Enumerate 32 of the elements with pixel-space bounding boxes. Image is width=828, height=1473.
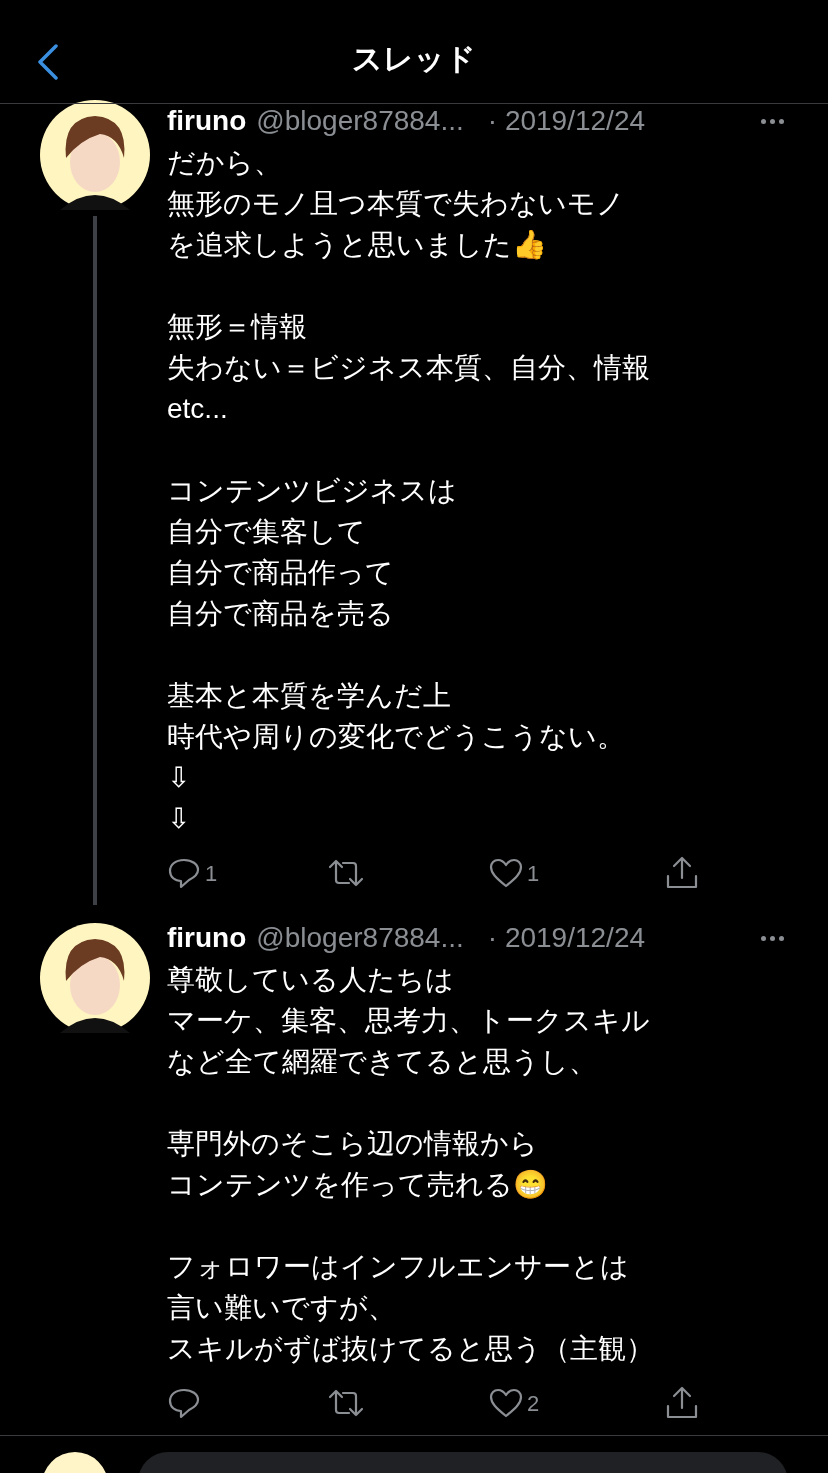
tweet-line: etc... — [167, 392, 229, 426]
tweet-line: 言い難いですが、 — [167, 1291, 397, 1325]
user-name[interactable]: firuno — [167, 100, 247, 142]
tweet-line: 失わない＝ビジネス本質、自分、情報 — [167, 351, 651, 385]
tweet-line: フォロワーはインフルエンサーとは — [167, 1250, 630, 1284]
like-count: 1 — [527, 859, 540, 888]
tweet-date: · 2019/12/24 — [487, 921, 646, 955]
tweet-line: 自分で商品作って — [167, 556, 395, 590]
tweet-line: コンテンツビジネスは — [167, 474, 458, 508]
tweet-line: スキルがずば抜けてると思う（主観） — [167, 1332, 655, 1366]
tweet-line: 無形＝情報 — [167, 310, 308, 344]
nav-title: スレッド — [352, 41, 476, 77]
tweet-line: だから、 — [167, 146, 283, 180]
tweet-line: 自分で商品を売る — [167, 597, 395, 631]
tweet-line: を追求しようと思いました👍 — [167, 228, 548, 262]
tweet-line: ⇩ — [167, 761, 191, 795]
tweet-line: 自分で集客して — [167, 515, 367, 549]
reply-count: 1 — [205, 859, 218, 888]
tweet-line: など全て網羅できてると思うし、 — [167, 1045, 598, 1079]
user-name[interactable]: firuno — [167, 917, 247, 959]
tweet-line: 尊敬している人たちは — [167, 963, 455, 997]
tweet-line: ⇩ — [167, 802, 191, 836]
tweet-date: · 2019/12/24 — [487, 104, 646, 138]
tweet-line: コンテンツを作って売れる😁 — [167, 1168, 549, 1202]
tweet-line: マーケ、集客、思考力、トークスキル — [167, 1004, 651, 1038]
tweet-line: 時代や周りの変化でどうこうない。 — [167, 720, 626, 754]
tweet-line: 無形のモノ且つ本質で失わないモノ — [167, 187, 626, 221]
tweet-line: 専門外のそこら辺の情報から — [167, 1127, 539, 1161]
like-count: 2 — [527, 1389, 540, 1418]
user-handle: @bloger87884... — [256, 104, 464, 138]
tweet-line: 基本と本質を学んだ上 — [167, 679, 452, 713]
user-handle: @bloger87884... — [256, 921, 464, 955]
